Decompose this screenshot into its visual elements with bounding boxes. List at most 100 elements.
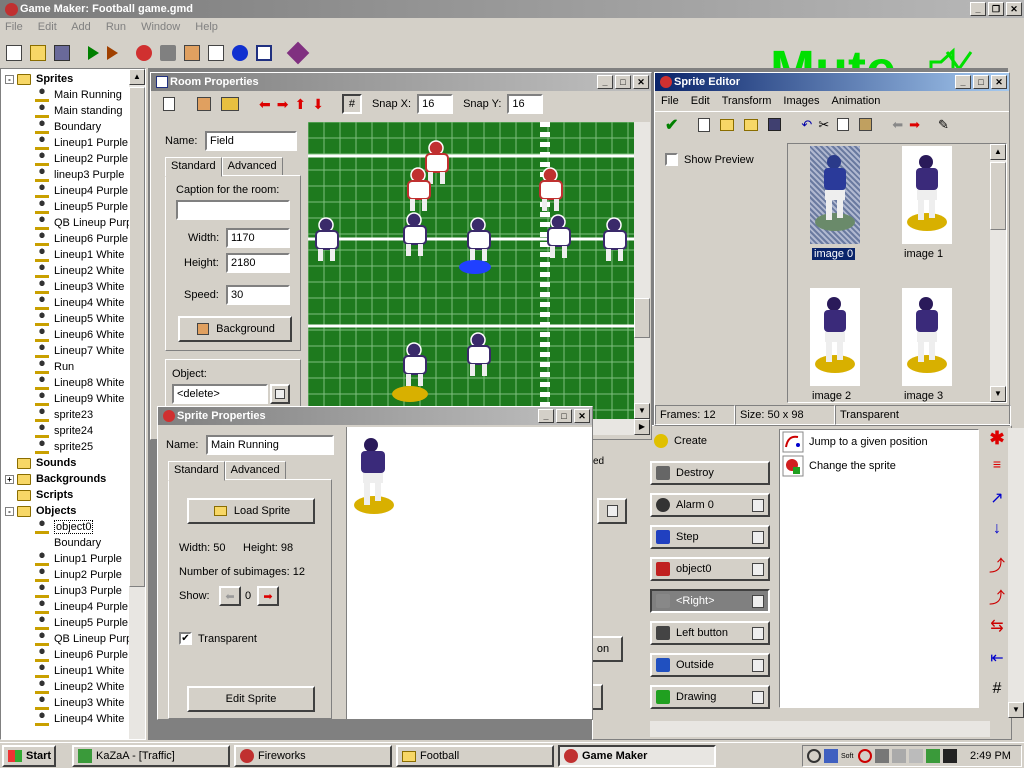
sprite-frame[interactable]: [810, 146, 860, 244]
speed-input[interactable]: 30: [226, 285, 290, 305]
tree-sprite-item[interactable]: Lineup4 Purple: [5, 183, 145, 199]
ok-check-icon[interactable]: ✔: [665, 115, 678, 135]
sprite-props-close-button[interactable]: ✕: [574, 409, 590, 423]
tree-object-item[interactable]: Lineup4 Purple: [5, 599, 145, 615]
caption-input[interactable]: [176, 200, 290, 220]
event-button[interactable]: object0: [650, 557, 770, 581]
minimize-button[interactable]: _: [970, 2, 986, 16]
sprite-props-maximize-button[interactable]: □: [556, 409, 572, 423]
palette-bounce-icon[interactable]: ⇤: [986, 648, 1008, 680]
width-input[interactable]: 1170: [226, 228, 290, 248]
tree-sprite-item[interactable]: Lineup4 White: [5, 295, 145, 311]
tree-sprite-item[interactable]: Main standing: [5, 103, 145, 119]
palette-move-fixed-icon[interactable]: ✱: [986, 428, 1008, 456]
tree-sprite-item[interactable]: Lineup6 Purple: [5, 231, 145, 247]
partial-tab[interactable]: ed: [593, 456, 604, 468]
editor-maximize-button[interactable]: □: [973, 75, 989, 89]
action-item[interactable]: Change the sprite: [780, 454, 978, 478]
add-object-icon[interactable]: [232, 45, 248, 61]
partial-edit-button[interactable]: [597, 498, 627, 524]
event-button[interactable]: Outside: [650, 653, 770, 677]
background-button[interactable]: Background: [178, 316, 292, 342]
transparent-row[interactable]: ✔ Transparent: [179, 632, 257, 645]
editor-new-icon[interactable]: [698, 117, 711, 132]
task-kazaa[interactable]: KaZaA - [Traffic]: [72, 745, 230, 767]
room-vscroll-thumb[interactable]: [634, 298, 650, 338]
task-fireworks[interactable]: Fireworks: [234, 745, 392, 767]
palette-scrollbar[interactable]: ▼: [1008, 428, 1024, 718]
tab-standard[interactable]: Standard: [165, 157, 222, 177]
save-icon[interactable]: [54, 45, 70, 61]
tray-speaker-icon[interactable]: [875, 749, 889, 763]
tree-object-item[interactable]: Lineup6 Purple: [5, 647, 145, 663]
player-sprite-icon[interactable]: [467, 332, 491, 376]
tree-sprite-item[interactable]: Lineup3 White: [5, 279, 145, 295]
tree-sprite-item[interactable]: Lineup9 White: [5, 391, 145, 407]
palette-move-towards-icon[interactable]: ↗: [986, 488, 1008, 520]
menu-add[interactable]: Add: [71, 21, 91, 33]
tree-object-item[interactable]: Lineup2 White: [5, 679, 145, 695]
tray-search-icon[interactable]: [807, 749, 821, 763]
collapse-icon[interactable]: -: [5, 506, 14, 516]
sprite-frame[interactable]: [810, 288, 860, 386]
palette-grid-icon[interactable]: #: [986, 680, 1008, 712]
transparent-checkbox[interactable]: ✔: [179, 632, 192, 645]
task-football[interactable]: Football: [396, 745, 554, 767]
tray-kazaa-icon[interactable]: [926, 749, 940, 763]
event-button[interactable]: Step: [650, 525, 770, 549]
restore-button[interactable]: ❐: [988, 2, 1004, 16]
event-menu-icon[interactable]: [752, 563, 764, 576]
menu-run[interactable]: Run: [106, 21, 126, 33]
show-preview-checkbox[interactable]: [665, 153, 678, 166]
event-menu-icon[interactable]: [752, 691, 764, 704]
room-close-button[interactable]: ✕: [633, 75, 649, 89]
frames-scroll-up-icon[interactable]: ▲: [990, 144, 1006, 160]
tree-folder-backgrounds[interactable]: + Backgrounds: [5, 471, 145, 487]
shift-up-icon[interactable]: ⬆: [294, 96, 306, 113]
tree-object-item[interactable]: Lineup4 White: [5, 711, 145, 727]
tree-object-item[interactable]: Linup3 Purple: [5, 583, 145, 599]
game-info-icon[interactable]: [286, 41, 310, 65]
shift-right-frame-icon[interactable]: ➡: [909, 117, 920, 133]
palette-jump-icon[interactable]: ⤴: [986, 552, 1008, 584]
tree-line-icon[interactable]: [5, 459, 14, 468]
scroll-up-icon[interactable]: ▲: [129, 69, 145, 85]
palette-reverse-icon[interactable]: ⇆: [986, 616, 1008, 648]
shift-left-frame-icon[interactable]: ⬅: [892, 117, 903, 133]
event-menu-icon[interactable]: [752, 531, 764, 544]
player-sprite-icon[interactable]: [603, 217, 627, 261]
tree-sprite-item[interactable]: Lineup2 White: [5, 263, 145, 279]
tree-object-item[interactable]: Lineup3 White: [5, 695, 145, 711]
tree-sprite-item[interactable]: Run: [5, 359, 145, 375]
menu-file[interactable]: File: [5, 21, 23, 33]
room-minimize-button[interactable]: _: [597, 75, 613, 89]
undo-icon[interactable]: ↶: [801, 117, 812, 133]
copy-icon[interactable]: [837, 118, 850, 131]
player-sprite-icon[interactable]: [547, 214, 571, 258]
room-canvas[interactable]: [308, 122, 634, 419]
frames-scroll-thumb[interactable]: [990, 162, 1006, 230]
paste-icon[interactable]: [859, 118, 873, 131]
tree-object-item[interactable]: Linup2 Purple: [5, 567, 145, 583]
editor-menu-edit[interactable]: Edit: [691, 95, 710, 107]
sprite-tab-advanced[interactable]: Advanced: [224, 461, 286, 480]
event-button[interactable]: Destroy: [650, 461, 770, 485]
shift-right-icon[interactable]: ➡: [277, 96, 289, 113]
tree-scrollbar[interactable]: ▲: [129, 69, 145, 739]
snap-y-input[interactable]: 16: [507, 94, 544, 114]
editor-open-icon[interactable]: [720, 118, 735, 131]
add-background-icon[interactable]: [184, 45, 200, 61]
tree-object-item[interactable]: QB Lineup Purple: [5, 631, 145, 647]
tray-monitor-icon[interactable]: [943, 749, 957, 763]
room-ok-icon[interactable]: [163, 97, 175, 111]
add-room-icon[interactable]: [256, 45, 272, 61]
tree-sprite-item[interactable]: sprite25: [5, 439, 145, 455]
scroll-thumb[interactable]: [129, 87, 145, 587]
tree-object-item[interactable]: Boundary: [5, 535, 145, 551]
room-scroll-right-icon[interactable]: ▶: [634, 419, 650, 435]
room-background-icon[interactable]: [197, 97, 211, 111]
tree-sprite-item[interactable]: sprite24: [5, 423, 145, 439]
object-select-input[interactable]: <delete>: [172, 384, 268, 404]
edit-sprite-button[interactable]: Edit Sprite: [187, 686, 315, 712]
tree-folder-objects[interactable]: - Objects: [5, 503, 145, 519]
